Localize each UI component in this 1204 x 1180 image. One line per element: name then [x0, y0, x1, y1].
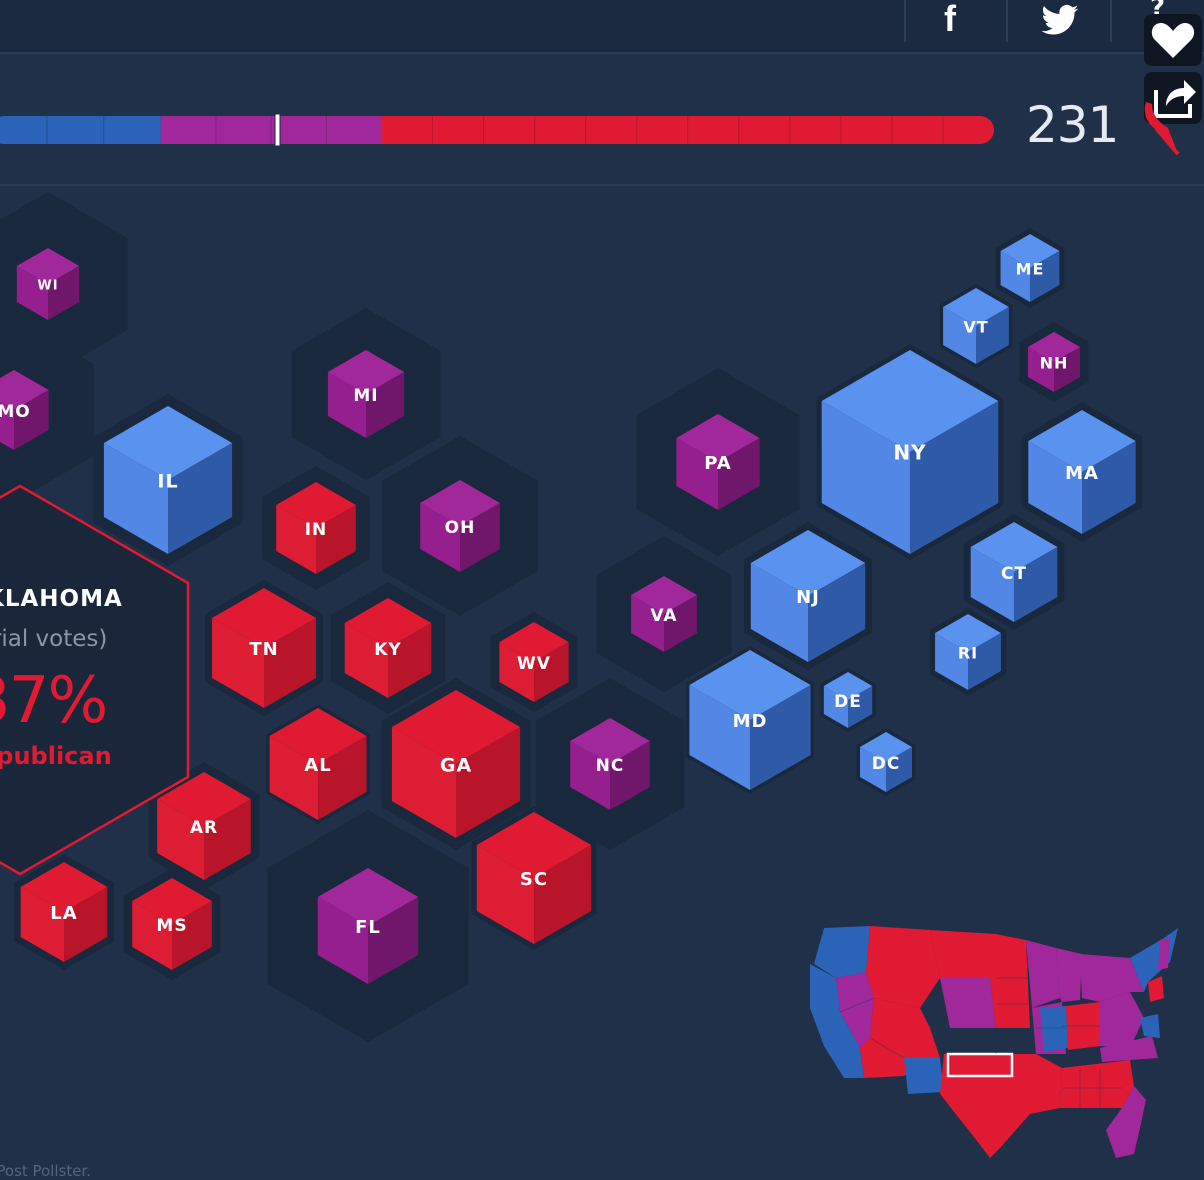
state-label: MA: [1065, 463, 1099, 484]
state-label: IL: [157, 471, 178, 493]
state-label: MI: [353, 386, 378, 406]
state-label: DE: [834, 692, 862, 712]
us-mini-map[interactable]: [800, 918, 1190, 1168]
state-label: TN: [249, 639, 278, 660]
top-bar: f ?: [0, 0, 1204, 54]
separator: [904, 0, 906, 42]
state-label: NY: [893, 441, 926, 465]
state-label: FL: [355, 917, 381, 938]
state-label: AR: [190, 818, 218, 838]
republican-vote-total: 231: [1026, 96, 1119, 154]
state-label: NJ: [796, 587, 820, 608]
facebook-icon[interactable]: f: [944, 0, 956, 38]
state-label: SC: [520, 869, 548, 890]
twitter-icon[interactable]: [1040, 4, 1080, 38]
info-percent: 37%: [0, 664, 108, 738]
mini-map-regions: [810, 926, 1178, 1158]
state-label: OH: [445, 518, 476, 538]
state-label: RI: [958, 644, 978, 663]
state-label: MD: [733, 711, 768, 732]
state-label: NC: [596, 756, 625, 776]
state-label: VA: [650, 606, 677, 626]
state-label: VT: [963, 318, 988, 337]
majority-marker: [274, 113, 281, 147]
state-label: AL: [304, 755, 331, 776]
separator: [1006, 0, 1008, 42]
state-label: KY: [374, 640, 401, 660]
state-label: MS: [156, 916, 187, 936]
state-label: CT: [1001, 564, 1027, 584]
separator: [1110, 0, 1112, 42]
state-label: ME: [1016, 260, 1045, 279]
info-party: epublican: [0, 742, 112, 770]
state-label: PA: [704, 453, 731, 474]
state-label: GA: [440, 755, 472, 777]
bar-segment-democrat: [0, 116, 161, 144]
state-label: DC: [872, 754, 901, 774]
state-label: IN: [305, 520, 328, 540]
source-credit: ffPost Pollster.: [0, 1162, 91, 1180]
info-state-name: KLAHOMA: [0, 586, 123, 612]
state-label: WI: [37, 279, 58, 294]
electoral-vote-bar: [0, 113, 994, 147]
state-label: WV: [517, 654, 551, 674]
republican-logo-icon: [1144, 102, 1180, 156]
state-label: MO: [0, 402, 31, 422]
state-label: LA: [50, 903, 77, 924]
info-electoral-votes: ectorial votes): [0, 626, 108, 652]
state-label: NH: [1040, 354, 1069, 373]
